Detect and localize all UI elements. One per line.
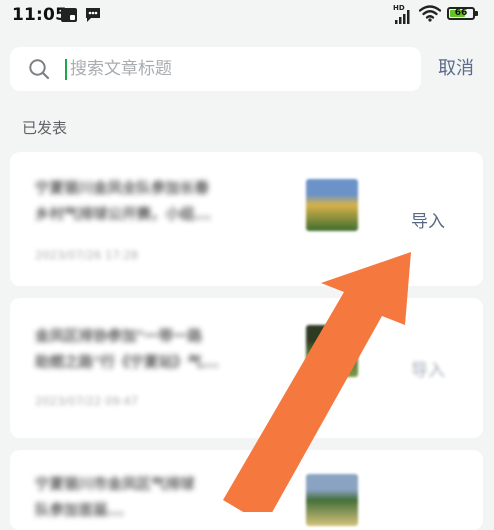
- battery-icon: 66: [447, 7, 475, 20]
- article-thumbnail: [306, 179, 358, 231]
- article-time: 2023/07/22 09:47: [35, 394, 139, 408]
- article-title: 金凤区排协参加"一带一路 助燃之路"行《宁夏站》气...: [35, 329, 219, 371]
- article-card[interactable]: 宁夏银川金凤全队参加长春 乡村气排球公开赛，小组... 2023/07/26 1…: [10, 152, 483, 286]
- notification-icon: [61, 8, 77, 22]
- article-title: 宁夏银川市金凤区气排球 队参加首届...: [35, 477, 195, 519]
- import-button[interactable]: 导入: [411, 211, 445, 233]
- article-thumbnail: [306, 325, 358, 377]
- signal-icon: [395, 10, 410, 24]
- status-bar: 11:05 HD 66: [0, 0, 494, 30]
- battery-nub: [475, 11, 478, 16]
- thumbnail-image: [306, 325, 358, 377]
- search-box[interactable]: 搜索文章标题: [10, 47, 421, 91]
- search-icon: [29, 59, 50, 80]
- import-button[interactable]: 导入: [411, 360, 445, 382]
- thumbnail-image: [306, 474, 358, 526]
- battery-level-text: 66: [454, 8, 468, 18]
- status-time: 11:05: [12, 5, 68, 25]
- thumbnail-image: [306, 179, 358, 231]
- text-caret: [65, 59, 67, 80]
- article-title: 宁夏银川金凤全队参加长春 乡村气排球公开赛，小组...: [35, 181, 212, 223]
- search-input[interactable]: 搜索文章标题: [70, 58, 172, 80]
- article-card[interactable]: 宁夏银川市金凤区气排球 队参加首届...: [10, 450, 483, 530]
- message-icon: [86, 8, 100, 22]
- article-thumbnail: [306, 474, 358, 526]
- article-time: 2023/07/26 17:28: [35, 248, 139, 262]
- article-card[interactable]: 金凤区排协参加"一带一路 助燃之路"行《宁夏站》气... 2023/07/22 …: [10, 298, 483, 438]
- section-title: 已发表: [22, 119, 68, 137]
- wifi-icon: [419, 5, 441, 22]
- cancel-button[interactable]: 取消: [438, 58, 474, 80]
